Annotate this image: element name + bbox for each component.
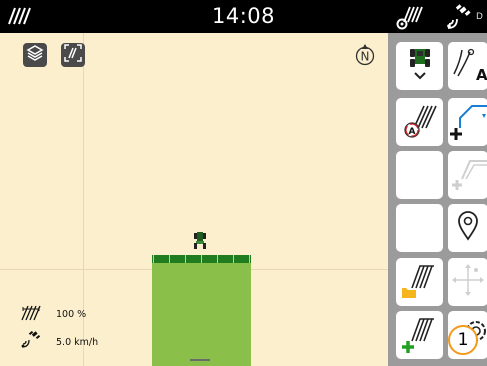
working-width-value: 100 % (56, 308, 87, 320)
empty-slot (396, 151, 443, 199)
speed-stat: 5.0 km/h (20, 330, 99, 353)
gps-speed-icon (20, 330, 42, 353)
field-view-button[interactable] (61, 43, 85, 67)
new-field-button[interactable] (396, 311, 443, 359)
move-points-button[interactable] (448, 258, 487, 306)
add-field-icon (400, 313, 440, 357)
status-bar: 14:08 D (0, 0, 487, 33)
tractor-icon (193, 230, 207, 254)
callout-marker: 1 (448, 325, 478, 355)
location-pin-icon (453, 209, 483, 247)
guidance-auto-button[interactable]: A (396, 98, 443, 146)
working-width-icon (20, 303, 42, 325)
move-icon (448, 260, 487, 304)
location-marker-button[interactable] (448, 204, 487, 252)
folder-field-icon (400, 260, 440, 304)
svg-text:A: A (476, 66, 487, 84)
tramline-auto-button[interactable]: A (448, 42, 487, 90)
add-obstacle-icon (448, 153, 487, 197)
tractor-dropdown-icon (405, 46, 435, 86)
map-view[interactable]: N 100 % 5.0 km/h (0, 33, 388, 366)
field-view-icon (63, 43, 83, 67)
status-text: D (476, 12, 483, 22)
add-obstacle-button[interactable] (448, 151, 487, 199)
implement-boom (152, 255, 251, 263)
tramline-auto-icon: A (448, 44, 487, 88)
compass-label: N (361, 50, 370, 64)
compass-north-icon[interactable]: N (352, 42, 378, 72)
guidance-a-icon: A (400, 100, 440, 144)
empty-slot (396, 204, 443, 252)
layers-button[interactable] (23, 43, 47, 67)
open-field-button[interactable] (396, 258, 443, 306)
drag-handle[interactable] (190, 359, 210, 361)
speed-value: 5.0 km/h (56, 336, 99, 348)
svg-text:A: A (408, 127, 415, 137)
working-width-stat: 100 % (20, 303, 86, 325)
worked-area (152, 258, 251, 366)
gps-satellite-icon (445, 4, 475, 34)
add-boundary-icon (448, 100, 487, 144)
add-field-boundary-button[interactable] (448, 98, 487, 146)
field-tractor-icon (396, 4, 424, 34)
tractor-implement-button[interactable] (396, 42, 443, 90)
layers-icon (26, 44, 44, 66)
